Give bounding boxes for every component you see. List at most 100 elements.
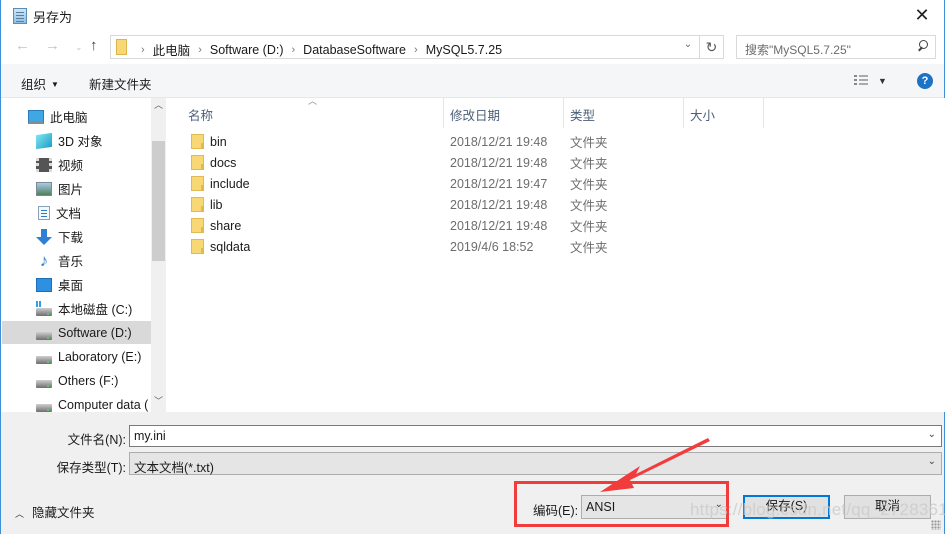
scrollbar-thumb[interactable] bbox=[152, 141, 165, 261]
file-type: 文件夹 bbox=[570, 136, 608, 150]
sidebar-item-documents[interactable]: 文档 bbox=[2, 201, 151, 224]
file-row[interactable]: lib 2018/12/21 19:48 文件夹 bbox=[168, 194, 768, 215]
sidebar-item-label: 此电脑 bbox=[50, 111, 88, 125]
sidebar-item-downloads[interactable]: 下载 bbox=[2, 225, 151, 248]
file-row[interactable]: share 2018/12/21 19:48 文件夹 bbox=[168, 215, 768, 236]
drive-icon bbox=[36, 300, 52, 316]
search-icon[interactable] bbox=[915, 39, 929, 55]
resize-grip[interactable] bbox=[931, 520, 941, 530]
address-bar[interactable]: › 此电脑 › Software (D:) › DatabaseSoftware… bbox=[110, 35, 700, 59]
title-bar: 另存为 ✕ bbox=[1, 0, 944, 32]
file-type: 文件夹 bbox=[570, 220, 608, 234]
column-header-name[interactable]: 名称 bbox=[182, 98, 444, 128]
search-placeholder: 搜索"MySQL5.7.25" bbox=[745, 43, 851, 57]
folder-icon bbox=[191, 134, 204, 149]
dialog-title: 另存为 bbox=[33, 10, 73, 25]
sidebar-item-label: 桌面 bbox=[58, 279, 84, 293]
new-folder-button[interactable]: 新建文件夹 bbox=[89, 74, 152, 93]
sidebar-item-label: 文档 bbox=[56, 207, 82, 221]
download-icon bbox=[36, 228, 52, 245]
encoding-value: ANSI bbox=[586, 500, 616, 514]
file-date: 2018/12/21 19:48 bbox=[450, 155, 548, 170]
breadcrumb-databasesoftware[interactable]: DatabaseSoftware bbox=[303, 43, 406, 57]
folder-icon bbox=[191, 197, 204, 212]
sidebar-item-3d-objects[interactable]: 3D 对象 bbox=[2, 129, 151, 152]
organize-button[interactable]: 组织 ▼ bbox=[21, 74, 59, 93]
column-header-size[interactable]: 大小 bbox=[684, 98, 764, 128]
refresh-button[interactable]: ↻ bbox=[700, 35, 724, 59]
filename-input[interactable]: my.ini ⌄ bbox=[129, 425, 942, 447]
cancel-button[interactable]: 取消 bbox=[844, 495, 931, 519]
organize-label: 组织 bbox=[21, 78, 47, 92]
breadcrumb-separator-icon: › bbox=[291, 43, 296, 56]
sidebar-item-videos[interactable]: 视频 bbox=[2, 153, 151, 176]
folder-icon bbox=[191, 176, 204, 191]
folder-icon bbox=[116, 39, 127, 55]
sidebar-item-pictures[interactable]: 图片 bbox=[2, 177, 151, 200]
file-row[interactable]: sqldata 2019/4/6 18:52 文件夹 bbox=[168, 236, 768, 257]
sidebar-item-this-pc[interactable]: 此电脑 bbox=[2, 105, 151, 128]
up-button[interactable]: ↑ bbox=[90, 37, 98, 54]
file-row[interactable]: bin 2018/12/21 19:48 文件夹 bbox=[168, 131, 768, 152]
encoding-select[interactable]: ANSI ⌄ bbox=[581, 495, 729, 519]
filetype-select[interactable]: 文本文档(*.txt) ⌄ bbox=[129, 452, 942, 475]
chevron-down-icon[interactable]: ⌄ bbox=[928, 429, 936, 440]
file-list: ︿ 名称 修改日期 类型 大小 bin 2018/12/21 19:48 文件夹 d… bbox=[168, 96, 945, 412]
breadcrumb-software-d[interactable]: Software (D:) bbox=[210, 43, 284, 57]
file-name: share bbox=[210, 218, 242, 233]
folder-icon bbox=[191, 218, 204, 233]
recent-locations-chevron-icon[interactable]: ⌄ bbox=[75, 42, 83, 53]
sidebar-item-label: 下载 bbox=[58, 231, 84, 245]
forward-button[interactable]: → bbox=[45, 37, 60, 54]
sidebar-item-desktop[interactable]: 桌面 bbox=[2, 273, 151, 296]
filetype-value: 文本文档(*.txt) bbox=[134, 461, 214, 475]
sidebar-item-drive-c[interactable]: 本地磁盘 (C:) bbox=[2, 297, 151, 320]
column-header-type[interactable]: 类型 bbox=[564, 98, 684, 128]
filename-value: my.ini bbox=[134, 429, 166, 443]
view-details-icon[interactable] bbox=[854, 75, 868, 87]
documents-icon bbox=[38, 205, 50, 220]
column-header-date[interactable]: 修改日期 bbox=[444, 98, 564, 128]
drive-icon bbox=[36, 403, 52, 412]
command-toolbar: 组织 ▼ 新建文件夹 ▼ ? bbox=[1, 64, 944, 98]
scroll-up-icon[interactable]: ︿ bbox=[151, 98, 166, 114]
sidebar-item-music[interactable]: ♪ 音乐 bbox=[2, 249, 151, 272]
folder-icon bbox=[191, 155, 204, 170]
file-type: 文件夹 bbox=[570, 241, 608, 255]
help-icon[interactable]: ? bbox=[917, 73, 933, 89]
navigation-pane: 此电脑 3D 对象 视频 图片 文档 下载 ♪ 音乐 桌面 本地磁盘 (C:) S… bbox=[2, 98, 166, 412]
search-input[interactable]: 搜索"MySQL5.7.25" bbox=[736, 35, 936, 59]
address-dropdown-icon[interactable]: ⌄ bbox=[679, 39, 697, 50]
save-options-panel: 文件名(N): my.ini ⌄ 保存类型(T): 文本文档(*.txt) ⌄ … bbox=[1, 412, 944, 534]
sidebar-scrollbar[interactable]: ︿ ﹀ bbox=[151, 98, 166, 412]
sidebar-item-computer-data[interactable]: Computer data ( bbox=[2, 393, 151, 412]
close-button[interactable]: ✕ bbox=[908, 4, 936, 28]
view-options-caret-icon[interactable]: ▼ bbox=[878, 76, 887, 86]
sidebar-item-drive-d[interactable]: Software (D:) bbox=[2, 321, 151, 344]
file-name: docs bbox=[210, 155, 237, 170]
back-button[interactable]: ← bbox=[15, 37, 30, 54]
drive-icon bbox=[36, 379, 52, 388]
sidebar-item-drive-f[interactable]: Others (F:) bbox=[2, 369, 151, 392]
breadcrumb: › 此电脑 › Software (D:) › DatabaseSoftware… bbox=[133, 40, 502, 59]
hide-folders-toggle[interactable]: ︿ 隐藏文件夹 bbox=[15, 502, 95, 521]
file-date: 2018/12/21 19:48 bbox=[450, 218, 548, 233]
hide-folders-label: 隐藏文件夹 bbox=[32, 506, 95, 520]
sidebar-item-label: Software (D:) bbox=[58, 325, 132, 340]
encoding-label: 编码(E): bbox=[533, 504, 579, 518]
breadcrumb-this-pc[interactable]: 此电脑 bbox=[153, 40, 191, 59]
file-date: 2019/4/6 18:52 bbox=[450, 239, 534, 254]
sidebar-item-label: 本地磁盘 (C:) bbox=[58, 303, 133, 317]
save-button[interactable]: 保存(S) bbox=[743, 495, 830, 519]
file-row[interactable]: docs 2018/12/21 19:48 文件夹 bbox=[168, 152, 768, 173]
save-as-dialog: 另存为 ✕ ← → ⌄ ↑ › 此电脑 › Software (D:) › Da… bbox=[0, 0, 945, 534]
scroll-down-icon[interactable]: ﹀ bbox=[151, 394, 166, 410]
filename-label: 文件名(N): bbox=[67, 433, 126, 447]
file-date: 2018/12/21 19:47 bbox=[450, 176, 548, 191]
video-icon bbox=[36, 157, 52, 172]
file-name: bin bbox=[210, 134, 227, 149]
sidebar-item-label: Others (F:) bbox=[58, 373, 119, 388]
file-row[interactable]: include 2018/12/21 19:47 文件夹 bbox=[168, 173, 768, 194]
sidebar-item-drive-e[interactable]: Laboratory (E:) bbox=[2, 345, 151, 368]
breadcrumb-mysql[interactable]: MySQL5.7.25 bbox=[426, 43, 502, 57]
